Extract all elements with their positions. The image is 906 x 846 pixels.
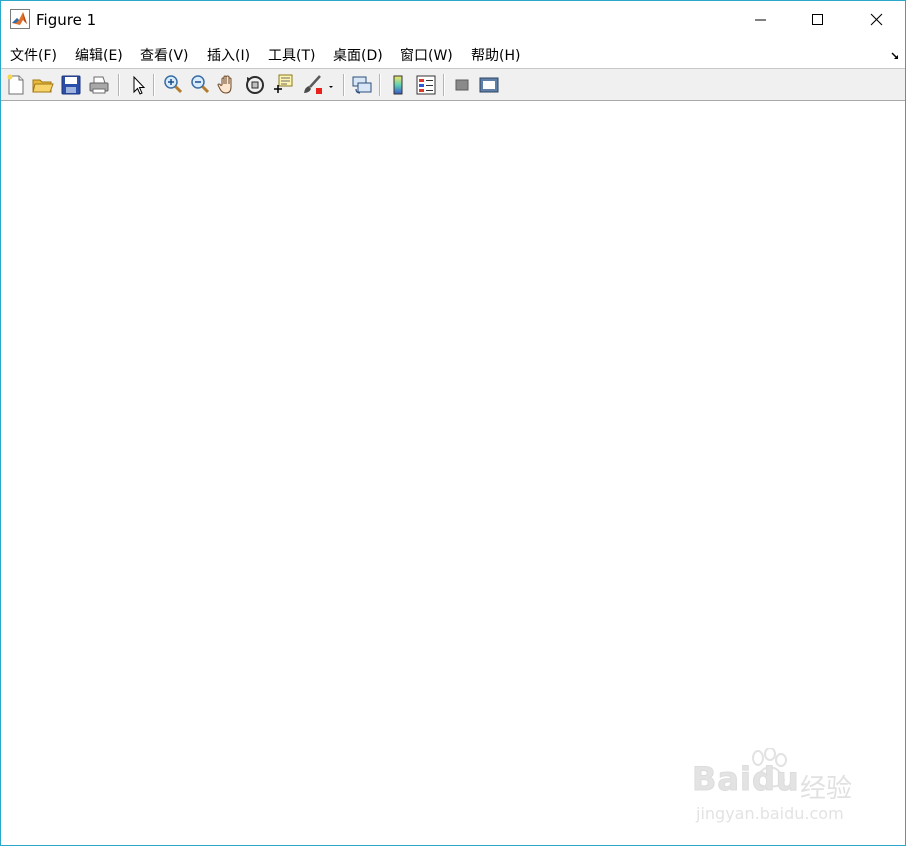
window-title: Figure 1 [36, 11, 97, 29]
new-figure-icon [7, 74, 24, 95]
menu-help[interactable]: 帮助(H) [471, 45, 520, 65]
link-plot-icon [352, 76, 372, 94]
menu-file[interactable]: 文件(F) [10, 45, 57, 65]
maximize-icon [812, 14, 823, 25]
watermark-url: jingyan.baidu.com [696, 804, 844, 823]
baidu-watermark: Baidu 经验 jingyan.baidu.com [692, 747, 862, 828]
show-plot-tools-icon [479, 77, 499, 93]
menu-window[interactable]: 窗口(W) [400, 45, 453, 65]
brush-icon [304, 75, 322, 94]
open-file-icon [32, 79, 54, 93]
rotate-3d-icon [246, 76, 264, 94]
toolbar-separator [343, 74, 345, 96]
watermark-brand: Baidu [692, 760, 800, 799]
toolbar-separator [443, 74, 445, 96]
zoom-out-icon [191, 75, 210, 94]
dock-arrow-icon[interactable] [890, 47, 902, 59]
menu-tools[interactable]: 工具(T) [268, 45, 315, 65]
zoom-out-button[interactable] [188, 73, 212, 97]
close-icon [870, 13, 883, 26]
hide-plot-tools-icon [455, 79, 469, 91]
pan-button[interactable] [215, 73, 239, 97]
menu-bar: 文件(F) 编辑(E) 查看(V) 插入(I) 工具(T) 桌面(D) 窗口(W… [1, 39, 905, 67]
brush-dropdown-icon [329, 86, 333, 88]
zoom-in-icon [164, 75, 183, 94]
menu-desktop[interactable]: 桌面(D) [333, 45, 383, 65]
zoom-in-button[interactable] [161, 73, 185, 97]
print-icon [89, 76, 109, 94]
watermark-cn: 经验 [800, 774, 853, 804]
figure-canvas[interactable] [1, 102, 905, 845]
menu-insert[interactable]: 插入(I) [207, 45, 250, 65]
brush-dropdown-button[interactable] [325, 73, 337, 97]
data-cursor-icon [274, 74, 293, 93]
toolbar-separator [379, 74, 381, 96]
minimize-icon [755, 19, 766, 21]
minimize-button[interactable] [731, 1, 789, 39]
insert-legend-button[interactable] [414, 73, 438, 97]
title-bar[interactable]: Figure 1 [1, 1, 905, 39]
rotate-3d-button[interactable] [243, 73, 267, 97]
menu-view[interactable]: 查看(V) [140, 45, 189, 65]
maximize-button[interactable] [788, 1, 846, 39]
close-button[interactable] [847, 1, 905, 39]
edit-plot-pointer-icon [133, 75, 146, 95]
figure-toolbar [1, 68, 905, 101]
edit-plot-button[interactable] [126, 73, 150, 97]
open-file-button[interactable] [31, 73, 55, 97]
print-button[interactable] [87, 73, 111, 97]
link-plot-button[interactable] [350, 73, 374, 97]
save-button[interactable] [59, 73, 83, 97]
toolbar-separator [118, 74, 120, 96]
insert-legend-icon [416, 75, 436, 95]
insert-colorbar-icon [393, 75, 403, 95]
toolbar-separator [153, 74, 155, 96]
figure-window: Figure 1 文件(F) 编辑(E) 查看(V) 插入(I) 工具(T) 桌… [0, 0, 906, 846]
data-cursor-button[interactable] [271, 73, 295, 97]
insert-colorbar-button[interactable] [386, 73, 410, 97]
menu-edit[interactable]: 编辑(E) [75, 45, 123, 65]
save-icon [61, 75, 81, 95]
brush-button[interactable] [300, 73, 324, 97]
hide-plot-tools-button[interactable] [450, 73, 474, 97]
matlab-icon [10, 9, 30, 29]
show-plot-tools-button[interactable] [477, 73, 501, 97]
pan-hand-icon [217, 75, 232, 94]
new-figure-button[interactable] [4, 73, 28, 97]
